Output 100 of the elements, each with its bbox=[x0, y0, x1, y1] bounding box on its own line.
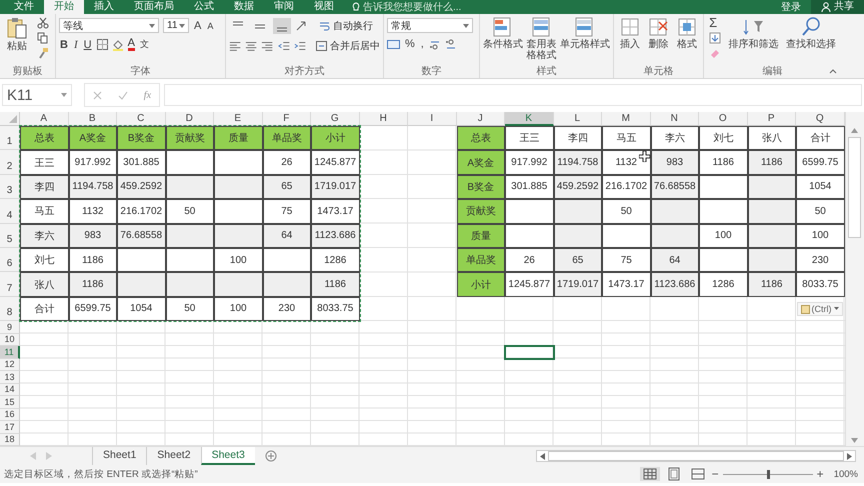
column-header[interactable]: E bbox=[214, 112, 262, 126]
decimal-icon[interactable] bbox=[428, 38, 441, 50]
indent-icon[interactable] bbox=[294, 40, 306, 52]
tell-me-field[interactable]: 告诉我您想要做什么... bbox=[363, 0, 462, 14]
font-field[interactable]: 等线 bbox=[59, 18, 159, 33]
fill-down-icon[interactable] bbox=[709, 32, 722, 44]
row-header[interactable]: 4 bbox=[0, 199, 20, 224]
collapse-ribbon-icon[interactable] bbox=[829, 69, 837, 74]
row-header[interactable]: 9 bbox=[0, 321, 20, 334]
ribbon-tab[interactable]: 公式 bbox=[184, 0, 224, 14]
column-header[interactable]: F bbox=[262, 112, 311, 126]
font-color-button[interactable]: A bbox=[128, 38, 135, 51]
align-icon[interactable] bbox=[245, 40, 258, 52]
zoom-thumb[interactable] bbox=[766, 470, 770, 479]
phonetic-button[interactable]: 文 bbox=[138, 38, 150, 51]
underline-button[interactable]: U bbox=[82, 38, 93, 50]
row-header[interactable]: 17 bbox=[0, 421, 20, 434]
paste-button[interactable]: 粘贴 bbox=[6, 16, 28, 52]
name-box[interactable]: K11 bbox=[2, 84, 72, 106]
normal-view-icon[interactable] bbox=[640, 467, 660, 482]
scroll-thumb[interactable] bbox=[548, 451, 844, 462]
column-header[interactable]: A bbox=[20, 112, 68, 126]
column-header[interactable]: J bbox=[456, 112, 505, 126]
row-header[interactable]: 1 bbox=[0, 126, 20, 150]
edit-button[interactable]: 排序和筛选 bbox=[728, 16, 778, 50]
column-header[interactable]: H bbox=[360, 112, 408, 126]
comma-button[interactable]: , bbox=[420, 38, 425, 50]
row-header[interactable]: 14 bbox=[0, 384, 20, 396]
shrink-font-button[interactable]: A bbox=[206, 20, 214, 30]
formula-input[interactable] bbox=[164, 84, 862, 106]
add-sheet-icon[interactable] bbox=[264, 450, 277, 462]
fill-color-icon[interactable] bbox=[112, 38, 124, 50]
check-icon[interactable] bbox=[118, 90, 128, 100]
decimal-icon[interactable] bbox=[444, 38, 457, 50]
scissors-icon[interactable] bbox=[37, 17, 49, 29]
ribbon-tab[interactable]: 开始 bbox=[44, 0, 84, 14]
column-header[interactable]: G bbox=[311, 112, 360, 126]
row-header[interactable]: 18 bbox=[0, 434, 20, 446]
ribbon-tab[interactable]: 视图 bbox=[304, 0, 344, 14]
ribbon-tab[interactable]: 数据 bbox=[224, 0, 264, 14]
row-header[interactable]: 10 bbox=[0, 334, 20, 346]
row-header[interactable]: 2 bbox=[0, 150, 20, 175]
row-header[interactable]: 8 bbox=[0, 296, 20, 322]
paste-options-button[interactable]: (Ctrl) bbox=[796, 302, 842, 316]
column-header[interactable]: N bbox=[650, 112, 699, 126]
scroll-up-icon[interactable] bbox=[851, 128, 858, 133]
column-header[interactable]: B bbox=[68, 112, 117, 126]
align-icon[interactable] bbox=[273, 18, 291, 34]
ribbon-tab[interactable]: 页面布局 bbox=[124, 0, 184, 14]
row-header[interactable]: 15 bbox=[0, 396, 20, 409]
column-header[interactable]: O bbox=[699, 112, 748, 126]
brush-icon[interactable] bbox=[37, 47, 49, 59]
italic-button[interactable]: I bbox=[72, 38, 79, 50]
cells-button[interactable]: 格式 bbox=[676, 16, 698, 50]
style-button[interactable]: 单元格样式 bbox=[560, 16, 610, 50]
bold-button[interactable]: B bbox=[59, 38, 69, 50]
edit-button[interactable]: 查找和选择 bbox=[786, 16, 836, 50]
vertical-scrollbar[interactable] bbox=[844, 112, 864, 446]
column-header[interactable]: C bbox=[117, 112, 166, 126]
grow-font-button[interactable]: A bbox=[193, 20, 202, 32]
row-header[interactable]: 11 bbox=[0, 346, 20, 359]
sheet-tab[interactable]: Sheet3 bbox=[200, 447, 255, 466]
row-header[interactable]: 12 bbox=[0, 358, 20, 372]
indent-icon[interactable] bbox=[278, 40, 290, 52]
ribbon-tab[interactable]: 文件 bbox=[4, 0, 44, 14]
zoom-out-button[interactable]: − bbox=[712, 467, 719, 482]
cells-button[interactable]: 插入 bbox=[618, 16, 641, 50]
column-header[interactable]: Q bbox=[796, 112, 844, 126]
scroll-down-icon[interactable] bbox=[851, 438, 858, 444]
align-icon[interactable] bbox=[229, 40, 242, 52]
style-button[interactable]: 套用表格格式 bbox=[526, 16, 557, 61]
ribbon-tab[interactable]: 审阅 bbox=[264, 0, 304, 14]
align-icon[interactable] bbox=[261, 40, 274, 52]
autosum-button[interactable]: Σ bbox=[709, 17, 722, 29]
font-size-field[interactable]: 11 bbox=[163, 18, 189, 33]
column-header[interactable]: P bbox=[748, 112, 796, 126]
row-header[interactable]: 13 bbox=[0, 371, 20, 384]
copy-icon[interactable] bbox=[37, 32, 49, 44]
ribbon-tab[interactable]: 插入 bbox=[84, 0, 124, 14]
cells-button[interactable]: 删除 bbox=[647, 16, 670, 50]
share-button[interactable]: 共享 bbox=[811, 0, 864, 14]
row-header[interactable]: 16 bbox=[0, 408, 20, 422]
row-header[interactable]: 7 bbox=[0, 272, 20, 297]
column-header[interactable]: K bbox=[505, 112, 554, 126]
wrap-text-button[interactable]: 自动换行 bbox=[319, 19, 373, 33]
style-button[interactable]: 条件格式 bbox=[483, 16, 523, 50]
currency-icon[interactable] bbox=[387, 38, 400, 50]
column-header[interactable]: D bbox=[166, 112, 214, 126]
row-header[interactable]: 5 bbox=[0, 224, 20, 248]
row-header[interactable]: 6 bbox=[0, 248, 20, 272]
sign-in-link[interactable]: 登录 bbox=[771, 0, 811, 14]
merge-center-button[interactable]: 合并后居中 bbox=[316, 39, 380, 53]
scroll-thumb[interactable] bbox=[848, 137, 861, 238]
horizontal-scrollbar[interactable] bbox=[536, 450, 856, 462]
percent-button[interactable]: % bbox=[404, 38, 416, 50]
scroll-left-icon[interactable] bbox=[540, 452, 545, 460]
row-header[interactable]: 3 bbox=[0, 174, 20, 200]
column-header[interactable]: I bbox=[408, 112, 456, 126]
number-format-field[interactable]: 常规 bbox=[387, 18, 473, 33]
column-header[interactable]: M bbox=[602, 112, 650, 126]
